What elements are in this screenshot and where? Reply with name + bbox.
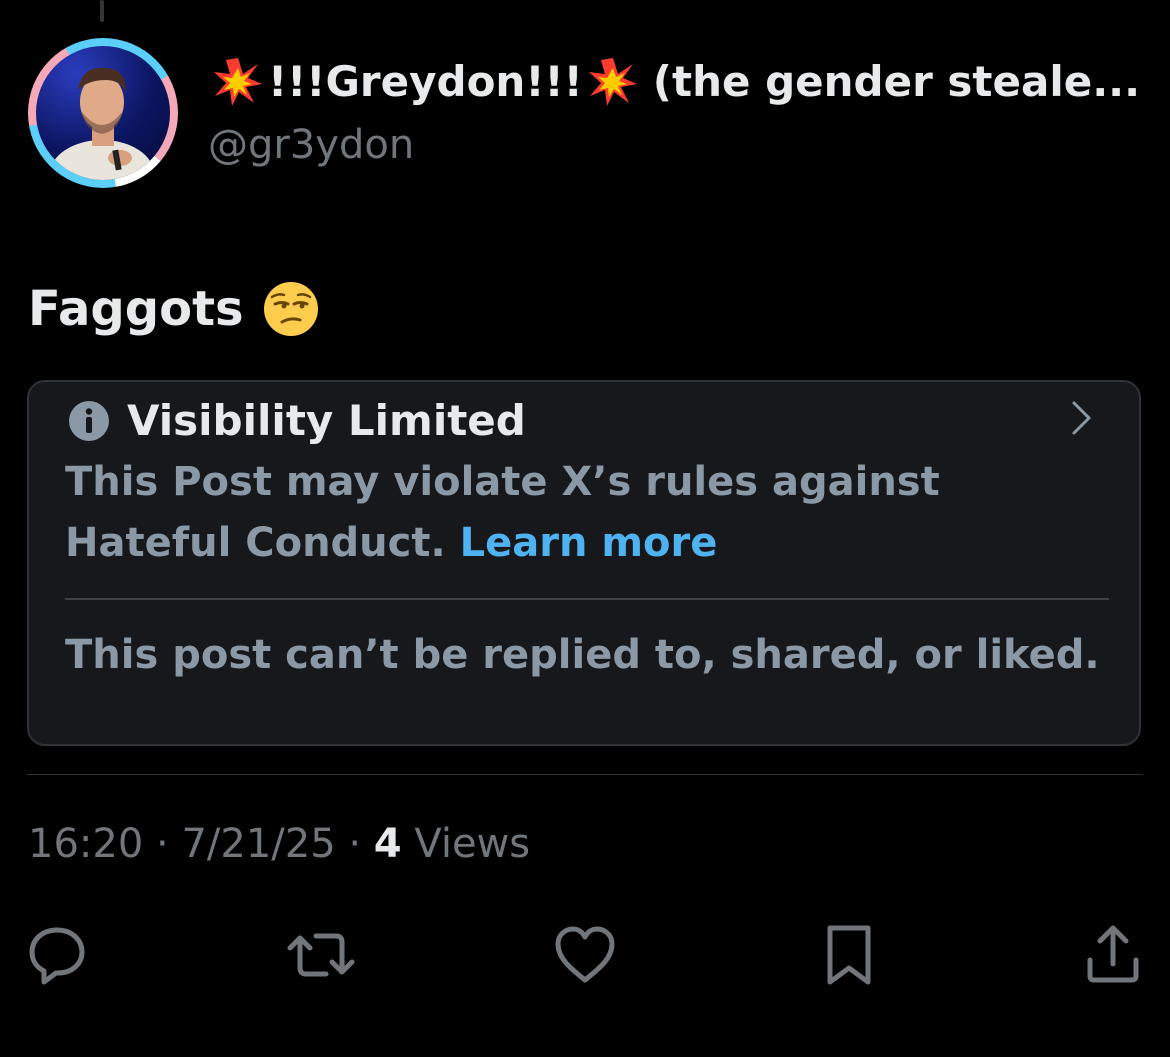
info-icon: [69, 401, 109, 441]
collision-emoji-icon: [214, 58, 262, 106]
divider: [27, 774, 1143, 775]
repost-icon[interactable]: [286, 920, 356, 990]
post-date[interactable]: 7/21/25: [181, 821, 335, 867]
unamused-face-icon: [263, 282, 318, 336]
chevron-right-icon[interactable]: [1069, 398, 1095, 438]
author-name: !!!Greydon!!!: [268, 57, 583, 106]
avatar[interactable]: [28, 38, 178, 188]
post-text-block: Faggots: [28, 276, 320, 342]
action-bar: [0, 920, 1170, 990]
meta-separator: ·: [156, 821, 169, 867]
visibility-notice[interactable]: Visibility Limited This Post may violate…: [27, 380, 1141, 746]
learn-more-link[interactable]: Learn more: [460, 520, 718, 566]
notice-footer: This post can’t be replied to, shared, o…: [65, 632, 1100, 678]
notice-divider: [65, 598, 1109, 600]
notice-body: This Post may violate X’s rules against …: [65, 452, 1105, 574]
post-text: Faggots: [28, 281, 244, 337]
share-icon[interactable]: [1078, 920, 1148, 990]
avatar-photo: [36, 46, 170, 180]
thread-line: [100, 0, 104, 22]
post-time[interactable]: 16:20: [28, 821, 143, 867]
author-display-name[interactable]: !!!Greydon!!! (the gender steale...: [208, 52, 1148, 112]
author-handle[interactable]: @gr3ydon: [208, 118, 414, 172]
views-count: 4: [373, 821, 402, 867]
bookmark-icon[interactable]: [814, 920, 884, 990]
reply-icon[interactable]: [22, 920, 92, 990]
views-label: Views: [414, 821, 531, 867]
author-name-suffix: (the gender steale...: [652, 57, 1141, 106]
notice-title: Visibility Limited: [127, 396, 526, 445]
meta-separator: ·: [348, 821, 362, 867]
collision-emoji-icon: [588, 58, 637, 106]
like-icon[interactable]: [550, 920, 620, 990]
post-meta: 16:20 · 7/21/25 · 4 Views: [28, 812, 530, 876]
notice-header: Visibility Limited: [67, 390, 526, 452]
